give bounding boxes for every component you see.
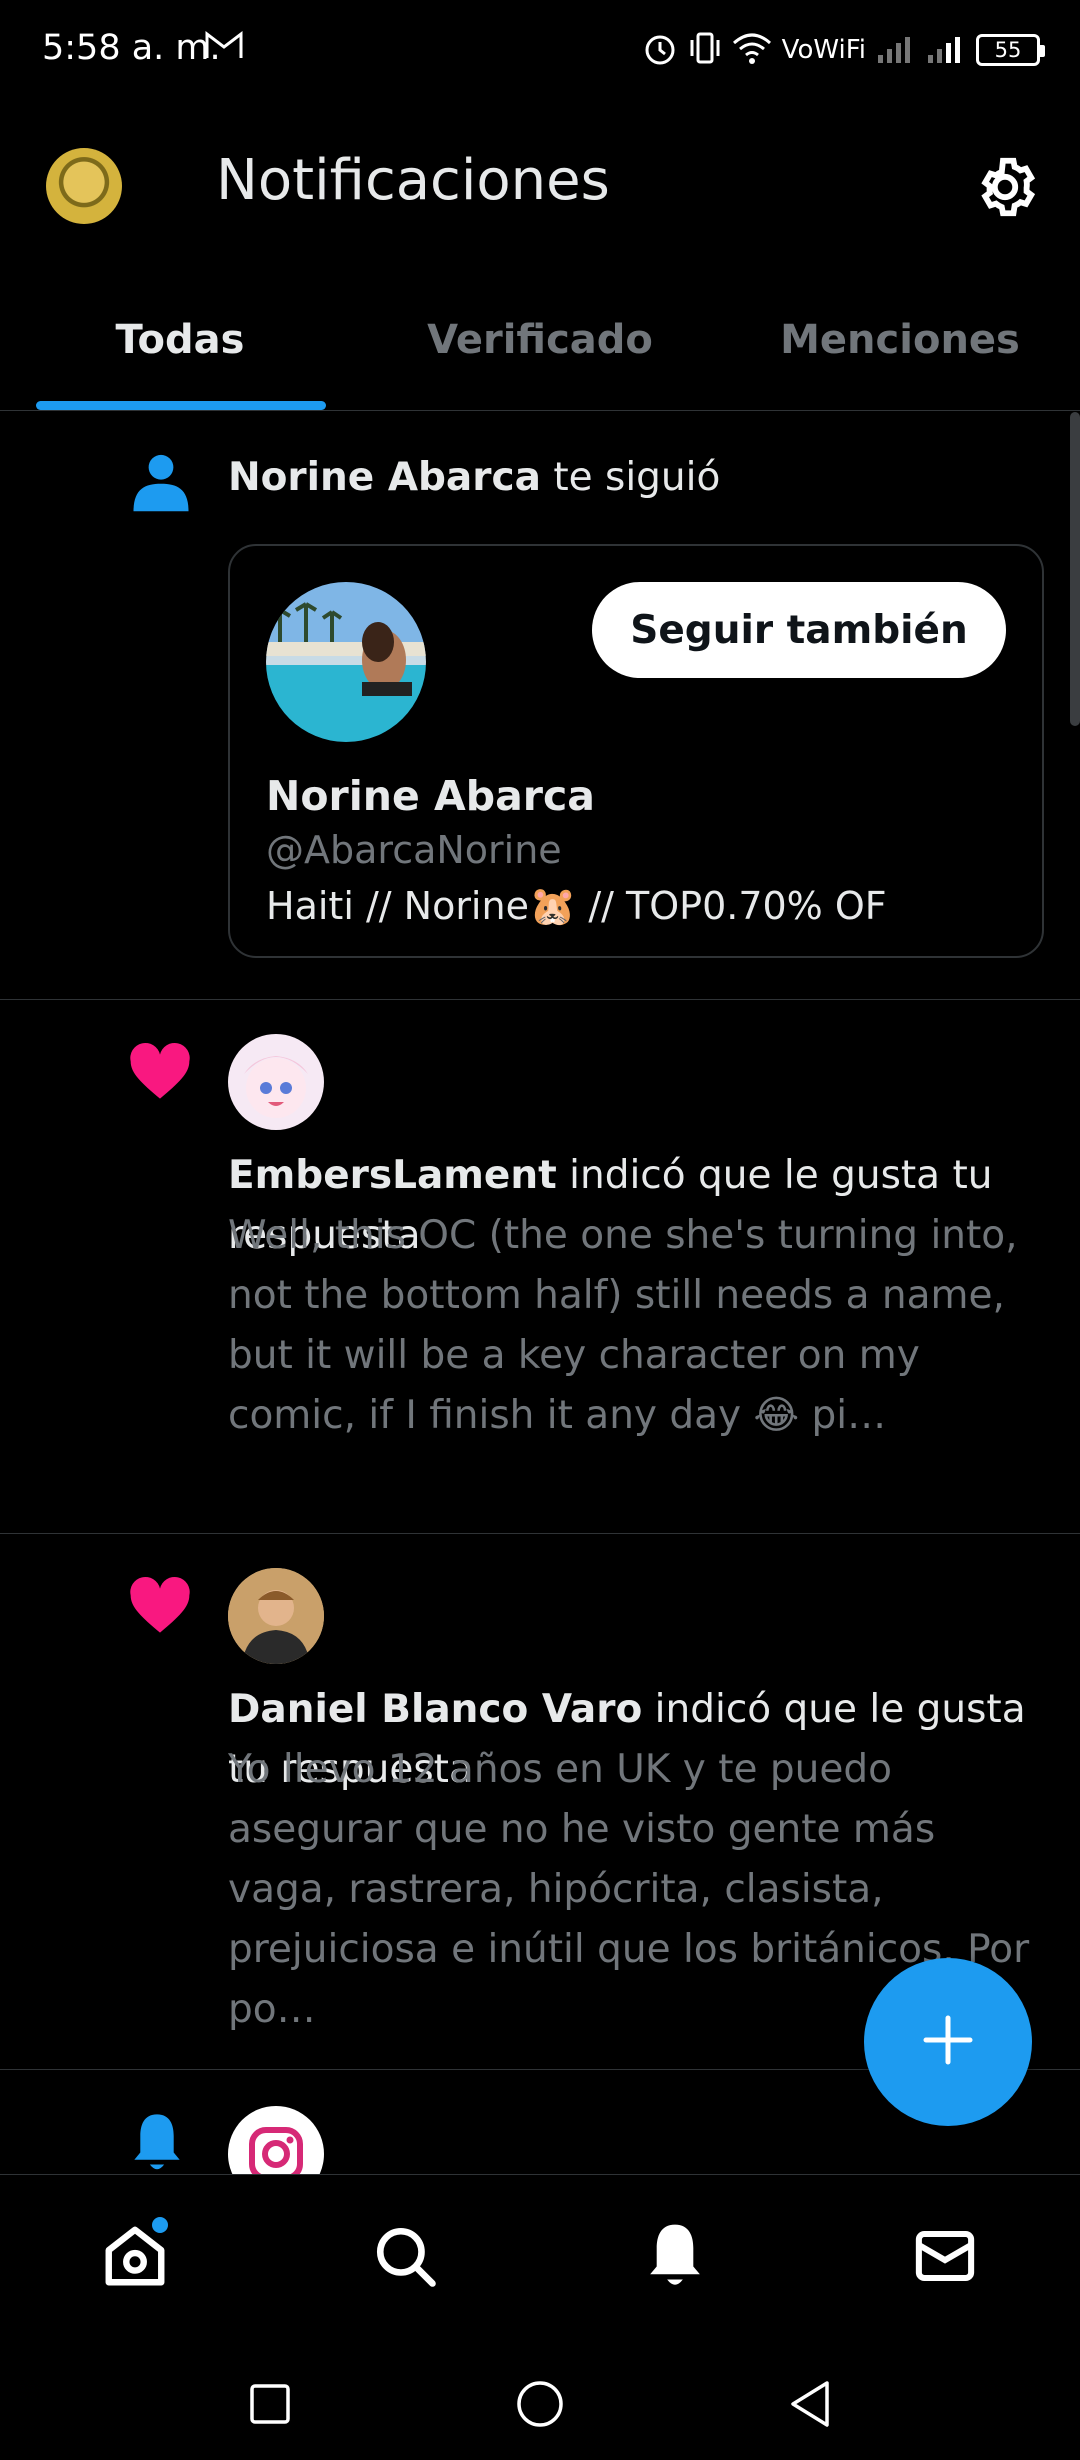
- page-title: Notificaciones: [216, 148, 610, 213]
- nav-messages[interactable]: [890, 2203, 1000, 2313]
- compose-button[interactable]: [864, 1958, 1032, 2126]
- notification-action: te siguió: [540, 455, 721, 500]
- heart-icon: [128, 1042, 192, 1106]
- nav-notifications[interactable]: [620, 2203, 730, 2313]
- alarm-icon: [642, 30, 678, 70]
- signal-icon-2: [926, 31, 966, 69]
- settings-gear-icon[interactable]: [970, 152, 1040, 222]
- network-label: VoWiFi: [781, 35, 866, 65]
- bottom-navigation: [0, 2174, 1080, 2344]
- messages-icon: [912, 2223, 978, 2293]
- notification-tabs: Todas Verificado Menciones: [0, 268, 1080, 411]
- tab-menciones[interactable]: Menciones: [720, 268, 1080, 411]
- recents-button[interactable]: [238, 2372, 302, 2436]
- user-avatar[interactable]: [228, 1568, 324, 1664]
- gmail-icon: [204, 28, 244, 66]
- profile-avatar[interactable]: [46, 148, 122, 224]
- search-icon: [372, 2223, 438, 2293]
- status-time: 5:58 a. m.: [42, 28, 221, 68]
- heart-icon: [128, 1576, 192, 1640]
- card-user-name[interactable]: Norine Abarca: [266, 772, 595, 820]
- bell-icon: [128, 2112, 186, 2174]
- tab-todas[interactable]: Todas: [0, 268, 360, 411]
- battery-indicator: 55: [976, 34, 1045, 66]
- notification-text: Norine Abarca te siguió: [228, 448, 1044, 508]
- back-button[interactable]: [778, 2372, 842, 2436]
- system-navigation-bar: [0, 2344, 1080, 2460]
- active-tab-indicator: [36, 401, 326, 410]
- new-content-dot: [152, 2217, 168, 2233]
- signal-icon: [876, 31, 916, 69]
- notification-like[interactable]: EmbersLament indicó que le gusta tu resp…: [0, 1000, 1080, 1534]
- tab-verificado[interactable]: Verificado: [360, 268, 720, 411]
- scrollbar[interactable]: [1070, 412, 1080, 726]
- liked-reply-text[interactable]: Well, this OC (the one she's turning int…: [228, 1206, 1044, 1446]
- card-user-bio: Haiti // Norine🐹 // TOP0.70% OF: [266, 884, 887, 928]
- vibrate-icon: [688, 30, 722, 70]
- user-avatar[interactable]: [266, 582, 426, 742]
- actor-name[interactable]: Daniel Blanco Varo: [228, 1687, 642, 1732]
- instagram-avatar[interactable]: [228, 2106, 324, 2174]
- nav-search[interactable]: [350, 2203, 460, 2313]
- actor-name[interactable]: EmbersLament: [228, 1153, 557, 1198]
- status-icons: VoWiFi 55: [642, 30, 1045, 70]
- card-user-handle: @AbarcaNorine: [266, 828, 562, 872]
- follow-back-button[interactable]: Seguir también: [592, 582, 1006, 678]
- notification-follow[interactable]: Norine Abarca te siguió Seguir también N…: [0, 412, 1080, 1000]
- notifications-icon: [643, 2222, 707, 2294]
- actor-name[interactable]: Norine Abarca: [228, 455, 541, 500]
- app-header: Notificaciones: [0, 100, 1080, 268]
- user-avatar[interactable]: [228, 1034, 324, 1130]
- plus-icon: [920, 2012, 976, 2072]
- user-card[interactable]: Seguir también Norine Abarca @AbarcaNori…: [228, 544, 1044, 958]
- nav-home[interactable]: [80, 2203, 190, 2313]
- status-bar: 5:58 a. m. VoWiFi 55: [0, 0, 1080, 100]
- person-icon: [128, 448, 194, 518]
- system-home-button[interactable]: [508, 2372, 572, 2436]
- wifi-icon: [732, 31, 772, 69]
